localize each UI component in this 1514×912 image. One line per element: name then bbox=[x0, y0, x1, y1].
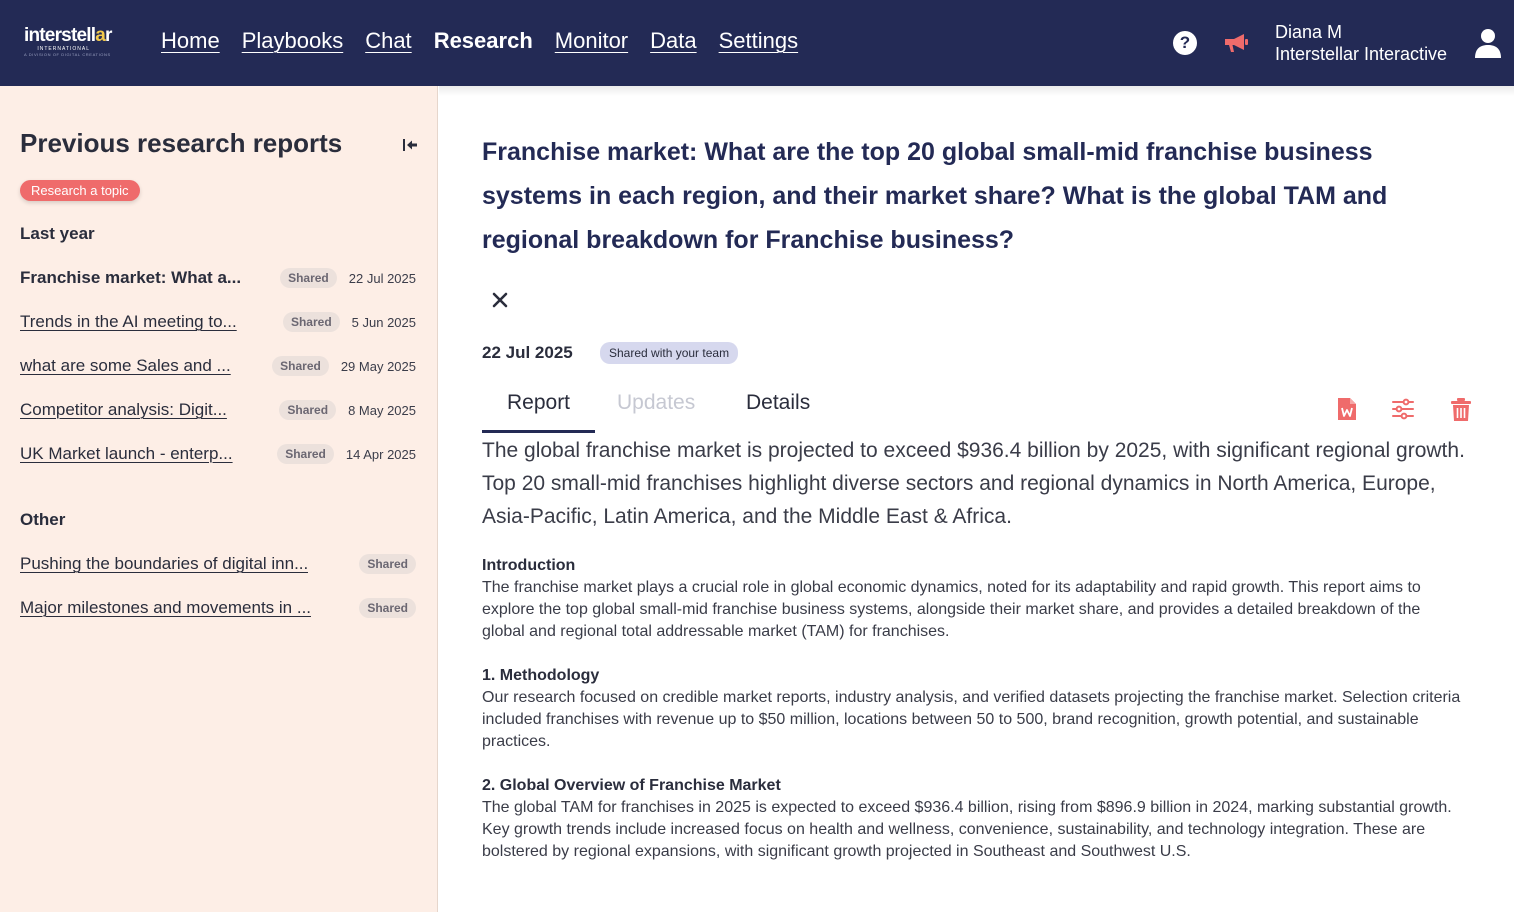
word-document-icon[interactable] bbox=[1335, 396, 1359, 422]
nav-chat[interactable]: Chat bbox=[365, 28, 411, 54]
report-tabs: Report Updates Details bbox=[482, 391, 1482, 433]
header-shadow bbox=[439, 86, 1514, 96]
report-section-global-overview: 2. Global Overview of Franchise Market T… bbox=[482, 775, 1467, 863]
shared-badge: Shared bbox=[277, 444, 334, 464]
report-list-item[interactable]: Competitor analysis: Digit... Shared 8 M… bbox=[20, 398, 416, 422]
report-title: Franchise market: What are the top 20 gl… bbox=[482, 138, 1388, 254]
user-organization: Interstellar Interactive bbox=[1275, 44, 1448, 64]
shared-with-team-badge: Shared with your team bbox=[600, 342, 739, 364]
report-item-title: UK Market launch - enterp... bbox=[20, 444, 233, 463]
report-summary: The global franchise market is projected… bbox=[482, 439, 1465, 528]
report-item-date: 29 May 2025 bbox=[340, 358, 416, 374]
shared-badge: Shared bbox=[272, 356, 329, 376]
section-heading: 1. Methodology bbox=[482, 667, 600, 684]
nav-settings[interactable]: Settings bbox=[719, 28, 799, 54]
section-body: Our research focused on credible market … bbox=[482, 689, 1461, 750]
group-label-last-year: Last year bbox=[20, 224, 95, 243]
report-list-item[interactable]: what are some Sales and ... Shared 29 Ma… bbox=[20, 354, 416, 378]
sliders-icon[interactable] bbox=[1391, 396, 1415, 422]
report-list-item[interactable]: Franchise market: What a... Shared 22 Ju… bbox=[20, 266, 416, 290]
nav-playbooks[interactable]: Playbooks bbox=[242, 28, 344, 54]
logo-tagline: A DIVISION OF DIGITAL CREATIONS bbox=[24, 52, 111, 57]
report-list-item[interactable]: UK Market launch - enterp... Shared 14 A… bbox=[20, 442, 416, 466]
tab-updates[interactable]: Updates bbox=[617, 391, 695, 415]
logo-wordmark: interstellar bbox=[24, 25, 112, 46]
top-navigation-bar: interstellar INTERNATIONAL A DIVISION OF… bbox=[0, 0, 1514, 86]
report-item-title: Major milestones and movements in ... bbox=[20, 598, 312, 617]
report-item-title: Franchise market: What a... bbox=[20, 268, 242, 287]
report-item-title: Competitor analysis: Digit... bbox=[20, 400, 227, 419]
report-item-title: what are some Sales and ... bbox=[20, 356, 231, 375]
main-nav: Home Playbooks Chat Research Monitor Dat… bbox=[161, 28, 798, 54]
group-label-other: Other bbox=[20, 510, 66, 529]
user-name: Diana M bbox=[1275, 22, 1343, 42]
report-list-item[interactable]: Major milestones and movements in ... Sh… bbox=[20, 596, 416, 620]
section-body: The global TAM for franchises in 2025 is… bbox=[482, 799, 1452, 860]
research-topic-button[interactable]: Research a topic bbox=[20, 180, 140, 201]
shared-badge: Shared bbox=[279, 400, 337, 420]
report-item-date: 22 Jul 2025 bbox=[348, 270, 416, 286]
sidebar-title: Previous research reports bbox=[20, 128, 343, 158]
shared-badge: Shared bbox=[359, 598, 416, 618]
shared-badge: Shared bbox=[280, 268, 337, 288]
user-icon[interactable] bbox=[1474, 27, 1502, 59]
section-heading: Introduction bbox=[482, 557, 576, 574]
report-panel: Franchise market: What are the top 20 gl… bbox=[439, 86, 1514, 912]
close-icon[interactable] bbox=[491, 291, 509, 309]
help-icon[interactable]: ? bbox=[1173, 31, 1197, 55]
shared-badge: Shared bbox=[359, 554, 416, 574]
research-sidebar: Previous research reports Research a top… bbox=[0, 86, 438, 912]
report-list-item[interactable]: Trends in the AI meeting to... Shared 5 … bbox=[20, 310, 416, 334]
report-section-introduction: Introduction The franchise market plays … bbox=[482, 555, 1467, 643]
nav-monitor[interactable]: Monitor bbox=[555, 28, 628, 54]
collapse-sidebar-icon[interactable] bbox=[401, 136, 419, 154]
megaphone-icon[interactable] bbox=[1222, 28, 1250, 56]
content-fade bbox=[439, 898, 1514, 912]
report-list-item[interactable]: Pushing the boundaries of digital inn...… bbox=[20, 552, 416, 576]
report-item-date: 5 Jun 2025 bbox=[351, 314, 416, 330]
report-item-date: 8 May 2025 bbox=[348, 402, 416, 418]
nav-research[interactable]: Research bbox=[434, 28, 533, 54]
report-item-title: Trends in the AI meeting to... bbox=[20, 312, 237, 331]
tab-details[interactable]: Details bbox=[746, 391, 810, 415]
section-heading: 2. Global Overview of Franchise Market bbox=[482, 777, 781, 794]
interstellar-logo[interactable]: interstellar INTERNATIONAL A DIVISION OF… bbox=[24, 26, 120, 60]
nav-home[interactable]: Home bbox=[161, 28, 220, 54]
tab-report[interactable]: Report bbox=[482, 391, 595, 433]
section-body: The franchise market plays a crucial rol… bbox=[482, 579, 1421, 640]
trash-icon[interactable] bbox=[1449, 396, 1473, 422]
report-section-methodology: 1. Methodology Our research focused on c… bbox=[482, 665, 1467, 753]
user-info[interactable]: Diana M Interstellar Interactive bbox=[1275, 21, 1447, 65]
shared-badge: Shared bbox=[282, 312, 340, 332]
report-item-title: Pushing the boundaries of digital inn... bbox=[20, 554, 309, 573]
report-item-date: 14 Apr 2025 bbox=[345, 446, 416, 462]
report-date: 22 Jul 2025 bbox=[482, 343, 573, 362]
nav-data[interactable]: Data bbox=[650, 28, 696, 54]
